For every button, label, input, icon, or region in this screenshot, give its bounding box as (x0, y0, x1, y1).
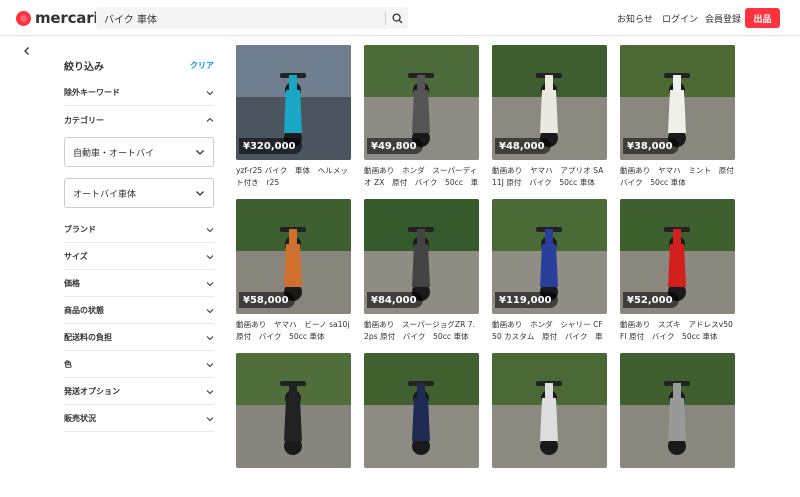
price-badge: ¥320,000 (239, 138, 302, 154)
header: mercari バイク 車体 お知らせ ログイン 会員登録 出品 (0, 0, 800, 36)
chevron-up-icon (206, 117, 214, 122)
product-thumbnail[interactable] (364, 353, 479, 468)
price-badge: ¥48,000 (495, 138, 551, 154)
chevron-down-icon (206, 335, 214, 340)
search-input[interactable]: バイク 車体 (96, 11, 385, 26)
filter-row[interactable]: 色 (64, 352, 214, 378)
product-title[interactable]: yzf-r25 バイク 車体 ヘルメット付き r25 (236, 165, 351, 189)
select-value: オートバイ車体 (73, 189, 137, 200)
category-select-1[interactable]: 自動車・オートバイ (64, 137, 214, 167)
search-icon[interactable] (386, 7, 408, 29)
product-thumbnail[interactable]: ¥58,000 (236, 199, 351, 314)
product-title[interactable]: 動画あり スーパージョグZR 7.2ps 原付 バイク 50cc 車体 (364, 319, 479, 343)
filter-label: ブランド (64, 225, 96, 234)
filter-label: サイズ (64, 252, 88, 261)
filter-row[interactable]: サイズ (64, 244, 214, 270)
sell-button[interactable]: 出品 (745, 8, 780, 28)
product-thumbnail[interactable] (620, 353, 735, 468)
filter-label: 発送オプション (64, 387, 120, 396)
product-card[interactable]: ¥58,000 動画あり ヤマハ ビーノ sa10j 原付 バイク 50cc 車体 (236, 199, 351, 343)
chevron-down-icon (206, 416, 214, 421)
chevron-down-icon (206, 389, 214, 394)
chevron-down-icon (206, 90, 214, 95)
nav-login[interactable]: ログイン (662, 12, 698, 25)
product-title[interactable] (236, 473, 351, 497)
filter-row[interactable]: 販売状況 (64, 406, 214, 432)
filter-row[interactable]: 価格 (64, 271, 214, 297)
nav-signup[interactable]: 会員登録 (705, 12, 741, 25)
chevron-down-icon (206, 308, 214, 313)
product-card[interactable]: ¥49,800 動画あり ホンダ スーパーディオ ZX 原付 バイク 50cc 車… (364, 45, 479, 189)
price-badge: ¥49,800 (367, 138, 423, 154)
clear-filters-link[interactable]: クリア (190, 60, 214, 71)
filter-header: 絞り込み クリア (64, 56, 214, 74)
product-card[interactable]: ¥320,000 yzf-r25 バイク 車体 ヘルメット付き r25 (236, 45, 351, 189)
product-title[interactable]: 動画あり ヤマハ アプリオ SA11J 原付 バイク 50cc 車体 (492, 165, 607, 189)
product-title[interactable] (492, 473, 607, 497)
product-title[interactable] (620, 473, 735, 497)
product-thumbnail[interactable] (236, 353, 351, 468)
product-image (620, 353, 735, 468)
search-bar[interactable]: バイク 車体 (96, 7, 408, 29)
logo-text: mercari (35, 9, 99, 27)
product-card[interactable]: ¥84,000 動画あり スーパージョグZR 7.2ps 原付 バイク 50cc … (364, 199, 479, 343)
product-card[interactable] (620, 353, 735, 497)
product-thumbnail[interactable]: ¥48,000 (492, 45, 607, 160)
chevron-down-icon (206, 254, 214, 259)
filter-row[interactable]: 発送オプション (64, 379, 214, 405)
chevron-down-icon (196, 191, 204, 196)
filter-row[interactable]: 配送料の負担 (64, 325, 214, 351)
product-thumbnail[interactable]: ¥84,000 (364, 199, 479, 314)
product-thumbnail[interactable]: ¥52,000 (620, 199, 735, 314)
product-card[interactable]: ¥38,000 動画あり ヤマハ ミント 原付 バイク 50cc 車体 (620, 45, 735, 189)
product-thumbnail[interactable]: ¥49,800 (364, 45, 479, 160)
chevron-down-icon (206, 227, 214, 232)
product-card[interactable] (364, 353, 479, 497)
chevron-down-icon (206, 281, 214, 286)
filter-label: 販売状況 (64, 414, 96, 423)
filter-label: 商品の状態 (64, 306, 104, 315)
filter-exclude-keyword[interactable]: 除外キーワード (64, 80, 214, 106)
price-badge: ¥58,000 (239, 292, 295, 308)
chevron-down-icon (206, 362, 214, 367)
product-title[interactable] (364, 473, 479, 497)
back-icon[interactable] (22, 41, 32, 55)
price-badge: ¥119,000 (495, 292, 558, 308)
price-badge: ¥84,000 (367, 292, 423, 308)
product-image (364, 353, 479, 468)
product-card[interactable] (492, 353, 607, 497)
select-value: 自動車・オートバイ (73, 148, 155, 159)
logo-icon (16, 10, 31, 26)
filter-row[interactable]: ブランド (64, 217, 214, 243)
nav-notifications[interactable]: お知らせ (617, 12, 653, 25)
filter-label: カテゴリー (64, 115, 104, 125)
product-card[interactable]: ¥119,000 動画あり ホンダ シャリー CF50 カスタム 原付 バイク 車… (492, 199, 607, 343)
product-title[interactable]: 動画あり スズキ アドレスv50 FI 原付 バイク 50cc 車体 (620, 319, 735, 343)
filter-label: 色 (64, 360, 72, 369)
product-thumbnail[interactable] (492, 353, 607, 468)
filter-row[interactable]: 商品の状態 (64, 298, 214, 324)
filter-title: 絞り込み (64, 61, 104, 73)
product-card[interactable]: ¥52,000 動画あり スズキ アドレスv50 FI 原付 バイク 50cc 車… (620, 199, 735, 343)
category-select-2[interactable]: オートバイ車体 (64, 178, 214, 208)
product-title[interactable]: 動画あり ホンダ シャリー CF50 カスタム 原付 バイク 車体 (492, 319, 607, 343)
price-badge: ¥52,000 (623, 292, 679, 308)
product-card[interactable]: ¥48,000 動画あり ヤマハ アプリオ SA11J 原付 バイク 50cc 車… (492, 45, 607, 189)
mercari-logo[interactable]: mercari (16, 9, 99, 27)
product-image (492, 353, 607, 468)
product-thumbnail[interactable]: ¥320,000 (236, 45, 351, 160)
product-thumbnail[interactable]: ¥38,000 (620, 45, 735, 160)
product-title[interactable]: 動画あり ヤマハ ミント 原付 バイク 50cc 車体 (620, 165, 735, 189)
product-title[interactable]: 動画あり ホンダ スーパーディオ ZX 原付 バイク 50cc 車体 (364, 165, 479, 189)
product-thumbnail[interactable]: ¥119,000 (492, 199, 607, 314)
product-title[interactable]: 動画あり ヤマハ ビーノ sa10j 原付 バイク 50cc 車体 (236, 319, 351, 343)
product-card[interactable] (236, 353, 351, 497)
product-image (236, 353, 351, 468)
filter-label: 価格 (64, 279, 80, 288)
filter-label: 除外キーワード (64, 88, 120, 97)
filter-label: 配送料の負担 (64, 333, 112, 342)
chevron-down-icon (196, 150, 204, 155)
price-badge: ¥38,000 (623, 138, 679, 154)
filter-category[interactable]: カテゴリー (64, 107, 214, 133)
